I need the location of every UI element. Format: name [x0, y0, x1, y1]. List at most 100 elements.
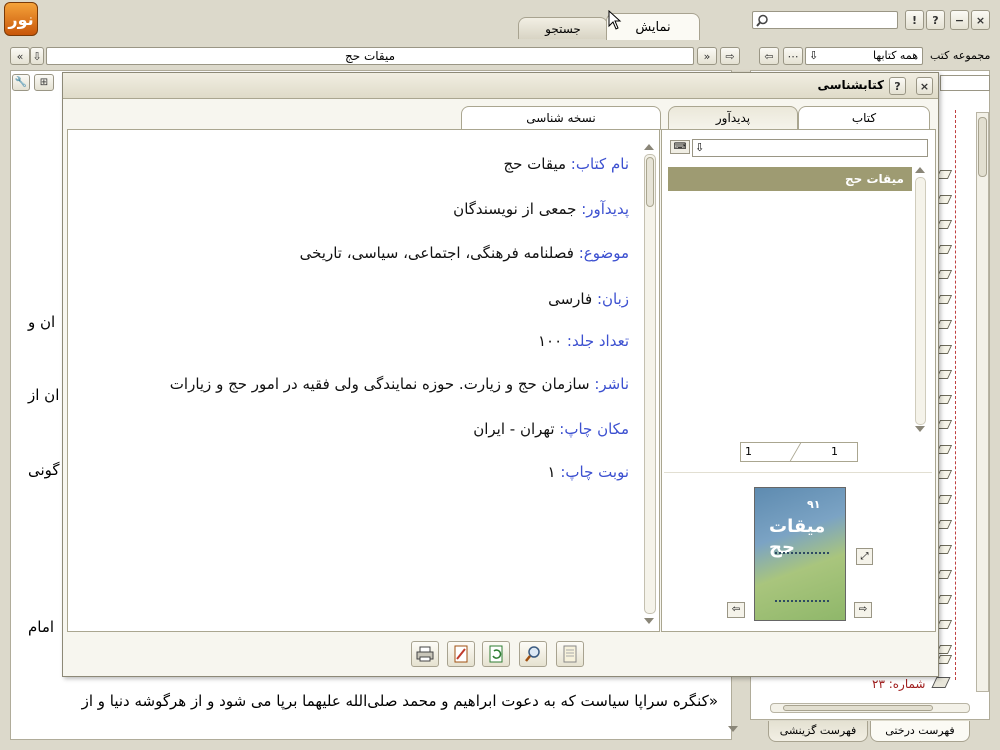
help-icon: ? [932, 13, 939, 27]
details-vscroll-thumb[interactable] [646, 157, 654, 207]
field-book-name: نام کتاب: میقات حج [503, 155, 629, 173]
field-value: سازمان حج و زیارت. حوزه نمایندگی ولی فقی… [169, 375, 595, 393]
field-label: نام کتاب: [570, 155, 629, 173]
bibliography-dialog: کتابشناسی ? × نسخه شناسی نام کتاب: میقات… [62, 72, 939, 677]
close-icon: × [919, 79, 930, 93]
forward-arrow-button[interactable]: ⇨ [720, 47, 740, 65]
main-scroll-down[interactable] [728, 726, 738, 732]
edit-button[interactable] [447, 641, 475, 667]
dialog-close-button[interactable]: × [916, 77, 933, 95]
field-language: زبان: فارسی [548, 290, 629, 308]
pager-current: 1 [831, 445, 838, 458]
print-button[interactable] [411, 641, 439, 667]
field-value: ۱۰۰ [537, 332, 567, 350]
book-list-item-label: میقات حج [844, 172, 904, 186]
refresh-icon [489, 645, 503, 663]
cover-prev-button[interactable]: ⇦ [727, 602, 745, 618]
edit-icon [454, 645, 468, 663]
book-list-vscroll[interactable] [915, 177, 926, 425]
collection-select[interactable]: ⇩ همه کتابها [805, 47, 923, 65]
book-filter-input[interactable]: ⇩ [692, 139, 928, 157]
tab-author[interactable]: پدیدآور [668, 106, 798, 130]
field-subject: موضوع: فصلنامه فرهنگی، اجتماعی، سیاسی، ت… [300, 244, 629, 262]
chevron-down-icon: ⇩ [809, 49, 819, 62]
tree-hscroll-thumb[interactable] [783, 705, 933, 711]
pager: 1 1 [740, 442, 858, 462]
field-label: ناشر: [594, 375, 629, 393]
field-label: مکان چاپ: [559, 420, 629, 438]
tab-search[interactable]: جستجو [518, 17, 608, 39]
close-icon: × [975, 13, 986, 27]
book-list-scroll-up[interactable] [915, 167, 925, 173]
details-scroll-down[interactable] [644, 618, 654, 624]
document-icon [563, 645, 577, 663]
cover-number: ۹۱ [807, 498, 821, 511]
tree-vscroll[interactable] [976, 112, 989, 692]
field-value: ۱ [547, 463, 561, 481]
dialog-title: کتابشناسی [817, 78, 884, 92]
field-label: پدیدآور: [581, 200, 629, 218]
zoom-button[interactable] [519, 641, 547, 667]
bg-text-2: ان از [28, 386, 60, 404]
tab-selected-list[interactable]: فهرست گزینشی [768, 721, 868, 742]
field-value: فصلنامه فرهنگی، اجتماعی، سیاسی، تاریخی [299, 244, 579, 262]
prev-double-button[interactable]: « [10, 47, 30, 65]
field-value: تهران - ایران [473, 420, 560, 438]
details-pane: نام کتاب: میقات حج پدیدآور: جمعی از نویس… [67, 129, 660, 632]
minimize-button[interactable]: − [950, 10, 969, 30]
settings-button[interactable]: 🔧 [12, 74, 30, 91]
pane-divider [664, 472, 932, 473]
global-search-input[interactable] [752, 11, 898, 29]
print-icon [416, 646, 434, 662]
info-button[interactable]: ! [905, 10, 924, 30]
tree-vscroll-thumb[interactable] [978, 117, 987, 177]
bg-text-1: ان و [28, 313, 56, 331]
pager-total: 1 [745, 445, 752, 458]
book-list-scroll-down[interactable] [915, 426, 925, 432]
compare-button[interactable]: ⊞ [34, 74, 54, 91]
collection-value: همه کتابها [873, 49, 918, 62]
book-pane: ⌨ ⇩ میقات حج 1 1 ۹۱ میقات حج ⤢ ⇦ ⇨ [661, 129, 936, 632]
dialog-help-button[interactable]: ? [889, 77, 906, 95]
field-label: نوبت چاپ: [560, 463, 629, 481]
tab-search-label: جستجو [545, 22, 581, 36]
chevron-down-icon: ⇩ [695, 141, 705, 154]
book-title-text: میقات حج [344, 49, 396, 63]
back-arrow-button[interactable]: ⇦ [759, 47, 779, 65]
document-button[interactable] [556, 641, 584, 667]
expand-button[interactable]: ⤢ [856, 548, 873, 565]
tree-dotted-line [955, 110, 956, 680]
next-double-button[interactable]: » [697, 47, 717, 65]
more-button[interactable]: ⋯ [783, 47, 803, 65]
tab-display-label: نمایش [635, 20, 671, 35]
logo-glyph: نور [8, 9, 34, 29]
tree-hscroll[interactable] [770, 703, 970, 713]
cover-next-button[interactable]: ⇨ [854, 602, 872, 618]
magnifier-icon [525, 646, 540, 662]
details-scroll-up[interactable] [644, 144, 654, 150]
field-volumes: تعداد جلد: ۱۰۰ [538, 332, 629, 350]
field-author: پدیدآور: جمعی از نویسندگان [453, 200, 629, 218]
help-button[interactable]: ? [926, 10, 945, 30]
field-edition: نوبت چاپ: ۱ [548, 463, 629, 481]
field-value: فارسی [548, 290, 597, 308]
tree-count-label: شماره: ۲۳ [872, 677, 926, 691]
mouse-cursor-icon [608, 10, 622, 30]
close-app-button[interactable]: × [971, 10, 990, 30]
app-logo[interactable]: نور [4, 2, 38, 36]
book-cover-image[interactable]: ۹۱ میقات حج [754, 487, 846, 621]
keyboard-button[interactable]: ⌨ [670, 140, 690, 154]
down-arrow-button[interactable]: ⇩ [30, 47, 44, 65]
tab-book[interactable]: کتاب [798, 106, 930, 130]
tree-count: شماره: ۲۳ [872, 677, 925, 691]
pager-separator [789, 443, 802, 461]
bg-text-bottom: «کنگره سراپا سیاست که به دعوت ابراهیم و … [81, 692, 718, 710]
tab-tree-list-label: فهرست درختی [885, 724, 955, 737]
book-list-item[interactable]: میقات حج [668, 167, 912, 191]
details-tab[interactable]: نسخه شناسی [461, 106, 661, 130]
search-icon [756, 14, 768, 27]
tree-search-field[interactable] [940, 75, 990, 91]
tab-tree-list[interactable]: فهرست درختی [870, 721, 970, 742]
refresh-button[interactable] [482, 641, 510, 667]
details-vscroll[interactable] [644, 154, 656, 614]
